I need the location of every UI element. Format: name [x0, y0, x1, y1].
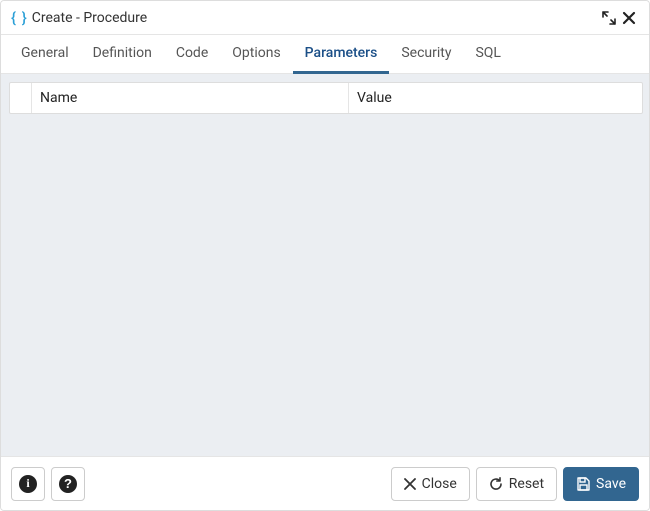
maximize-icon	[602, 11, 616, 25]
maximize-button[interactable]	[599, 8, 619, 28]
reset-button[interactable]: Reset	[476, 467, 557, 501]
column-header-selector[interactable]	[10, 83, 32, 113]
button-label: Close	[422, 476, 457, 492]
parameters-table: Name Value	[9, 82, 643, 114]
tab-definition[interactable]: Definition	[81, 35, 164, 74]
tab-label: Security	[401, 45, 451, 61]
tab-security[interactable]: Security	[389, 35, 463, 74]
close-dialog-button[interactable]	[619, 8, 639, 28]
tab-code[interactable]: Code	[164, 35, 220, 74]
tab-label: Code	[176, 45, 208, 61]
column-header-name[interactable]: Name	[32, 83, 349, 113]
titlebar: { } Create - Procedure	[1, 1, 649, 35]
tab-label: General	[21, 45, 69, 61]
button-label: Save	[596, 476, 626, 492]
tab-options[interactable]: Options	[220, 35, 292, 74]
tab-label: SQL	[475, 45, 500, 61]
info-button[interactable]: i	[11, 467, 45, 501]
info-icon: i	[19, 475, 37, 493]
save-icon	[576, 477, 590, 491]
tab-label: Definition	[93, 45, 152, 61]
close-button[interactable]: Close	[391, 467, 470, 501]
tab-bar: General Definition Code Options Paramete…	[1, 35, 649, 74]
reset-icon	[489, 477, 503, 491]
button-label: Reset	[509, 476, 544, 492]
dialog-title: Create - Procedure	[32, 10, 147, 26]
content-area: Name Value	[1, 74, 649, 456]
help-button[interactable]: ?	[51, 467, 85, 501]
tab-general[interactable]: General	[9, 35, 81, 74]
help-icon: ?	[59, 475, 77, 493]
column-label: Name	[40, 90, 77, 106]
button-bar: i ? Close Reset Save	[1, 456, 649, 510]
column-header-value[interactable]: Value	[349, 83, 642, 113]
table-header-row: Name Value	[9, 82, 643, 114]
tab-parameters[interactable]: Parameters	[293, 35, 390, 74]
tab-label: Options	[232, 45, 280, 61]
create-procedure-dialog: { } Create - Procedure General Definitio…	[0, 0, 650, 511]
tab-sql[interactable]: SQL	[463, 35, 512, 74]
save-button[interactable]: Save	[563, 467, 639, 501]
column-label: Value	[357, 90, 392, 106]
procedure-icon: { }	[11, 9, 28, 27]
close-icon	[622, 11, 636, 25]
tab-label: Parameters	[305, 45, 378, 61]
x-icon	[404, 478, 416, 490]
